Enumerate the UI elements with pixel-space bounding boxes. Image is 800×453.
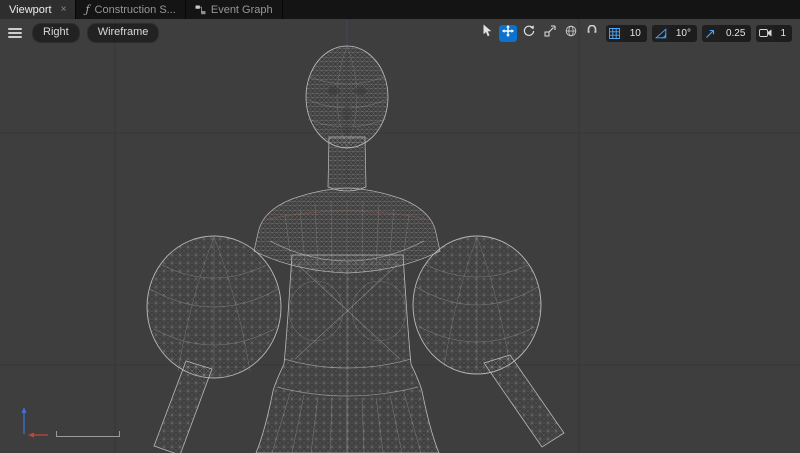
tab-viewport-label: Viewport <box>9 4 52 16</box>
tab-bar: Viewport × ƒ Construction S... Event Gra… <box>0 0 800 19</box>
scene-render <box>0 19 800 453</box>
camera-speed-control[interactable]: 1 <box>756 25 792 42</box>
blueprint-editor: Viewport × ƒ Construction S... Event Gra… <box>0 0 800 453</box>
move-tool-button[interactable] <box>499 25 517 42</box>
forearm-left <box>154 361 212 453</box>
scale-icon <box>544 24 556 42</box>
close-icon[interactable]: × <box>61 5 67 15</box>
magnet-icon <box>586 24 598 42</box>
tab-event-graph[interactable]: Event Graph <box>186 0 283 19</box>
grid-snap-value: 10 <box>624 28 647 39</box>
axis-left-arrow <box>28 433 34 438</box>
tab-viewport[interactable]: Viewport × <box>0 0 76 19</box>
rotation-snap-value: 10° <box>670 28 697 39</box>
scale-tool-button[interactable] <box>541 25 559 42</box>
rotate-icon <box>523 24 535 42</box>
cursor-icon <box>481 24 492 42</box>
axis-gizmo <box>2 405 62 441</box>
surface-snapping-button[interactable] <box>583 25 601 42</box>
view-mode-button[interactable]: Right <box>32 23 80 42</box>
rotation-snap-control[interactable]: 10° <box>652 25 697 42</box>
render-mode-button[interactable]: Wireframe <box>87 23 160 42</box>
tab-event-graph-label: Event Graph <box>211 4 273 16</box>
select-tool-button[interactable] <box>478 25 496 42</box>
function-icon: ƒ <box>85 3 89 16</box>
viewport-toolbar: Right Wireframe <box>0 23 800 43</box>
world-local-toggle-button[interactable] <box>562 25 580 42</box>
grid-snap-control[interactable]: 10 <box>606 25 647 42</box>
dress-bodice <box>256 255 439 453</box>
angle-snap-icon <box>652 25 670 42</box>
transform-snap-group: 10 10° 0.25 <box>478 25 792 42</box>
axis-up-arrow <box>22 407 27 413</box>
sleeve-right <box>413 236 541 374</box>
grid-snap-icon <box>606 25 624 42</box>
menu-icon[interactable] <box>8 28 22 38</box>
scale-ruler <box>56 430 120 438</box>
sleeve-left <box>147 236 281 378</box>
move-icon <box>502 24 514 42</box>
forearm-right <box>484 355 564 447</box>
viewport-canvas[interactable]: Right Wireframe <box>0 19 800 453</box>
scale-snap-control[interactable]: 0.25 <box>702 25 751 42</box>
scale-snap-icon <box>702 25 720 42</box>
wireframe-character[interactable] <box>147 46 564 453</box>
camera-icon <box>756 25 774 42</box>
globe-icon <box>565 24 577 42</box>
head <box>306 46 388 148</box>
tab-construction-script[interactable]: ƒ Construction S... <box>76 0 185 19</box>
rotate-tool-button[interactable] <box>520 25 538 42</box>
camera-speed-value: 1 <box>774 28 792 39</box>
scale-snap-value: 0.25 <box>720 28 751 39</box>
graph-icon <box>195 5 206 15</box>
tab-construction-script-label: Construction S... <box>95 4 176 16</box>
